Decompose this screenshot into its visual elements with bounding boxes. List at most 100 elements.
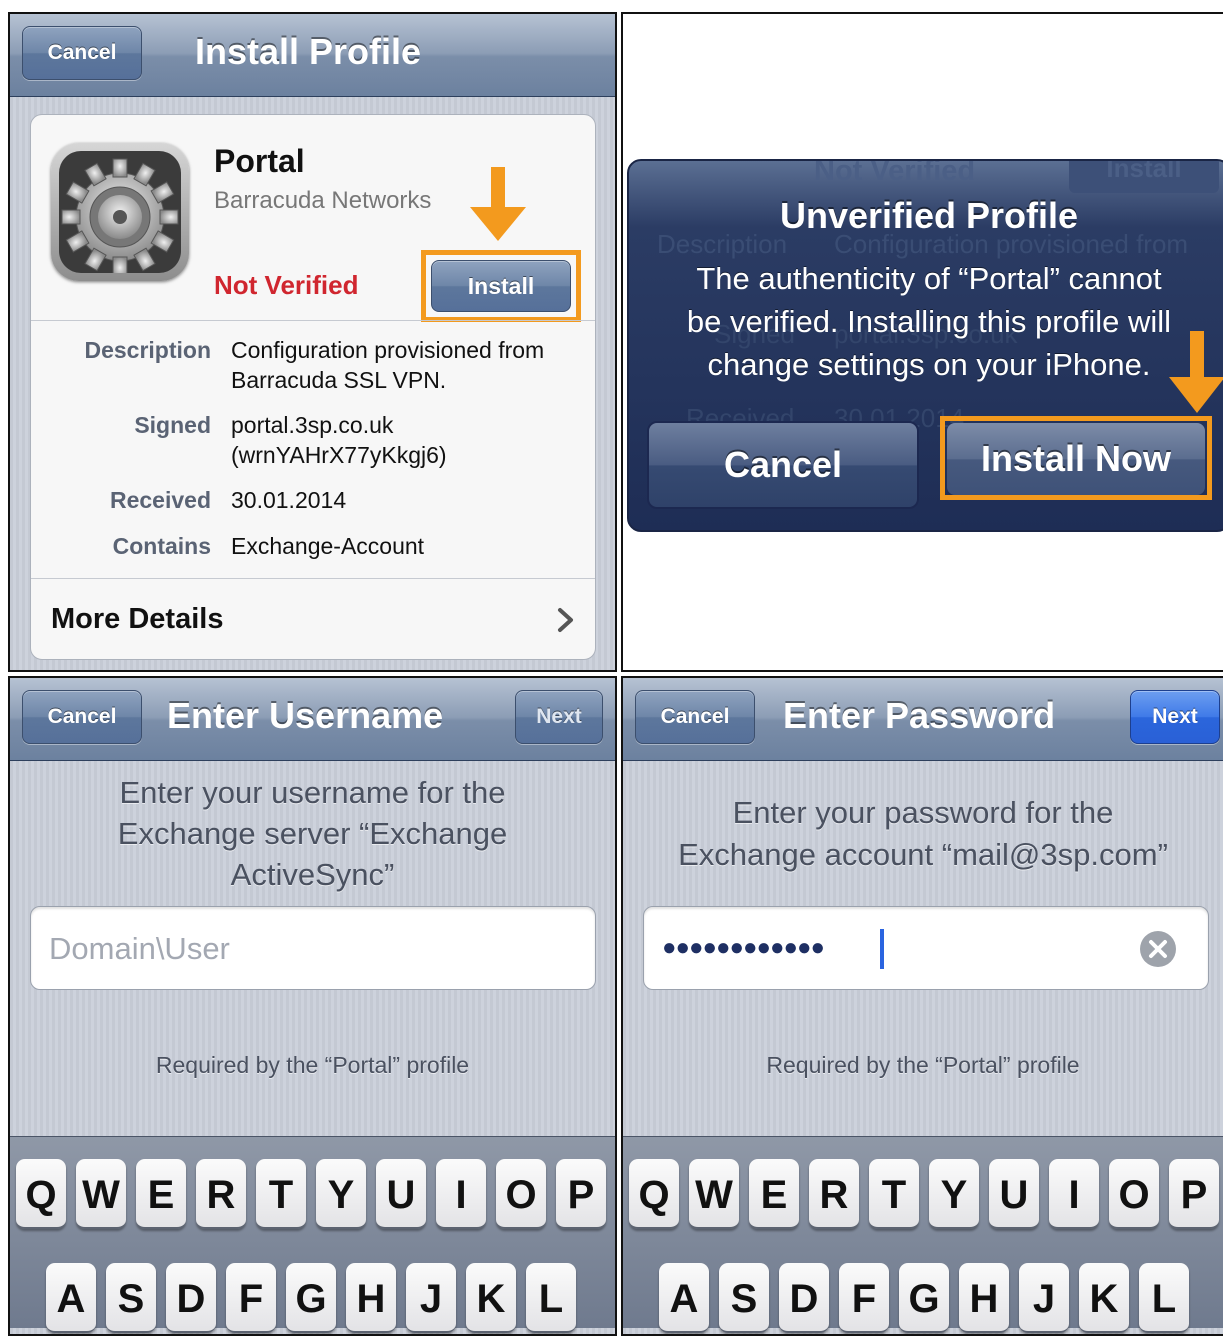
key-f[interactable]: F — [839, 1263, 889, 1333]
profile-vendor: Barracuda Networks — [214, 187, 432, 214]
chevron-right-icon — [558, 608, 573, 632]
key-j[interactable]: J — [1019, 1263, 1069, 1333]
key-y[interactable]: Y — [929, 1159, 979, 1229]
password-masked-value: ●●●●●●●●●●●● — [662, 934, 825, 961]
key-e[interactable]: E — [749, 1159, 799, 1229]
key-s[interactable]: S — [719, 1263, 769, 1333]
next-button[interactable]: Next — [1130, 690, 1220, 744]
key-p[interactable]: P — [1169, 1159, 1219, 1229]
key-g[interactable]: G — [286, 1263, 336, 1333]
clear-text-icon[interactable] — [1140, 931, 1176, 967]
alert-message-line: change settings on your iPhone. — [707, 347, 1151, 382]
contains-value: Exchange-Account — [231, 533, 425, 559]
key-u[interactable]: U — [989, 1159, 1039, 1229]
key-a[interactable]: A — [659, 1263, 709, 1333]
divider — [31, 320, 595, 321]
unverified-alert-panel: Not Verified Install Description Configu… — [621, 12, 1223, 672]
password-input[interactable]: ●●●●●●●●●●●● — [643, 906, 1209, 990]
key-d[interactable]: D — [166, 1263, 216, 1333]
alert-cancel-button[interactable]: Cancel — [647, 421, 919, 509]
description-label: Description — [84, 337, 211, 363]
key-t[interactable]: T — [256, 1159, 306, 1229]
description-line-2: Barracuda SSL VPN. — [231, 367, 447, 393]
install-now-button[interactable]: Install Now — [947, 423, 1205, 495]
prompt-line: Exchange account “mail@3sp.com” — [678, 837, 1168, 872]
description-value: Configuration provisioned from Barracuda… — [231, 335, 544, 395]
key-l[interactable]: L — [526, 1263, 576, 1333]
next-button[interactable]: Next — [515, 690, 603, 744]
prompt-line: Exchange server “Exchange — [117, 816, 508, 851]
bg-not-verified: Not Verified — [814, 159, 976, 187]
key-w[interactable]: W — [76, 1159, 126, 1229]
key-l[interactable]: L — [1139, 1263, 1189, 1333]
alert-message-line: be verified. Installing this profile wil… — [686, 304, 1172, 339]
key-h[interactable]: H — [959, 1263, 1009, 1333]
key-o[interactable]: O — [496, 1159, 546, 1229]
key-u[interactable]: U — [376, 1159, 426, 1229]
navbar: Cancel Enter Username Next — [10, 678, 615, 761]
key-s[interactable]: S — [106, 1263, 156, 1333]
install-button[interactable]: Install — [431, 260, 571, 312]
username-placeholder: Domain\User — [49, 931, 230, 966]
key-k[interactable]: K — [466, 1263, 516, 1333]
arrow-down-icon — [470, 167, 526, 241]
prompt-line: Enter your password for the — [732, 795, 1114, 830]
key-i[interactable]: I — [1049, 1159, 1099, 1229]
key-p[interactable]: P — [556, 1159, 606, 1229]
profile-name: Portal — [214, 143, 305, 179]
navbar: Cancel Enter Password Next — [623, 678, 1223, 761]
alert-dialog: Not Verified Install Description Configu… — [627, 159, 1223, 532]
enter-username-panel: Cancel Enter Username Next Enter your us… — [8, 676, 617, 1336]
navbar: Cancel Install Profile — [10, 14, 615, 97]
key-a[interactable]: A — [46, 1263, 96, 1333]
key-j[interactable]: J — [406, 1263, 456, 1333]
profile-card: Portal Barracuda Networks Not Verified I… — [30, 114, 596, 660]
more-details-label: More Details — [51, 603, 224, 635]
key-i[interactable]: I — [436, 1159, 486, 1229]
key-e[interactable]: E — [136, 1159, 186, 1229]
more-details-row[interactable]: More Details — [31, 579, 595, 659]
alert-message: The authenticity of “Portal” cannot be v… — [629, 257, 1223, 386]
bg-install: Install — [1069, 161, 1219, 193]
key-g[interactable]: G — [899, 1263, 949, 1333]
key-h[interactable]: H — [346, 1263, 396, 1333]
page-title: Install Profile — [195, 31, 422, 72]
contains-label: Contains — [112, 533, 211, 559]
username-input[interactable]: Domain\User — [30, 906, 596, 990]
key-r[interactable]: R — [809, 1159, 859, 1229]
key-q[interactable]: Q — [629, 1159, 679, 1229]
cancel-button[interactable]: Cancel — [22, 690, 142, 744]
key-t[interactable]: T — [869, 1159, 919, 1229]
key-y[interactable]: Y — [316, 1159, 366, 1229]
keyboard: Q W E R T Y U I O P A S D F G H J K L — [623, 1136, 1223, 1333]
status-not-verified: Not Verified — [214, 270, 359, 300]
text-cursor — [880, 929, 884, 969]
key-k[interactable]: K — [1079, 1263, 1129, 1333]
required-footer: Required by the “Portal” profile — [766, 1052, 1080, 1078]
cancel-button[interactable]: Cancel — [22, 26, 142, 80]
keyboard: Q W E R T Y U I O P A S D F G H J K L — [10, 1136, 615, 1333]
prompt-line: ActiveSync” — [230, 857, 395, 892]
signed-value: portal.3sp.co.uk (wrnYAHrX77yKkgj6) — [231, 410, 447, 470]
page-title: Enter Username — [167, 695, 444, 736]
enter-password-panel: Cancel Enter Password Next Enter your pa… — [621, 676, 1223, 1336]
key-q[interactable]: Q — [16, 1159, 66, 1229]
key-o[interactable]: O — [1109, 1159, 1159, 1229]
description-line-1: Configuration provisioned from — [231, 337, 545, 363]
settings-gear-icon — [51, 143, 189, 281]
password-prompt: Enter your password for the Exchange acc… — [623, 792, 1223, 876]
username-prompt: Enter your username for the Exchange ser… — [10, 772, 615, 895]
close-icon — [1149, 940, 1167, 958]
arrow-down-icon — [1169, 331, 1223, 413]
cancel-button[interactable]: Cancel — [635, 690, 755, 744]
key-r[interactable]: R — [196, 1159, 246, 1229]
required-footer: Required by the “Portal” profile — [155, 1052, 470, 1078]
key-w[interactable]: W — [689, 1159, 739, 1229]
signed-line-2: (wrnYAHrX77yKkgj6) — [231, 442, 447, 468]
received-value: 30.01.2014 — [231, 487, 347, 513]
install-profile-panel: Cancel Install Profile Portal Barracuda … — [8, 12, 617, 672]
key-d[interactable]: D — [779, 1263, 829, 1333]
key-f[interactable]: F — [226, 1263, 276, 1333]
signed-line-1: portal.3sp.co.uk — [231, 412, 394, 438]
signed-label: Signed — [134, 412, 211, 438]
